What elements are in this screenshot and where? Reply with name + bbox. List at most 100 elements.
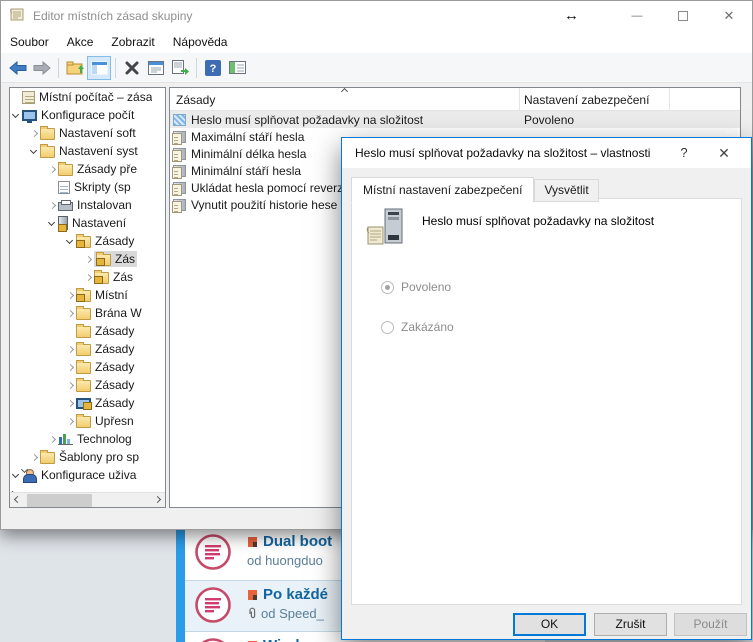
tree-item-selected[interactable]: Zás <box>10 250 152 268</box>
chevron-right-icon[interactable] <box>83 254 94 265</box>
chevron-right-icon[interactable] <box>29 128 40 139</box>
close-button[interactable]: ✕ <box>706 1 752 31</box>
chevron-right-icon[interactable] <box>47 434 58 445</box>
menu-zobrazit[interactable]: Zobrazit <box>102 32 163 52</box>
chevron-right-icon[interactable] <box>65 308 76 319</box>
chevron-right-icon[interactable] <box>65 362 76 373</box>
chevron-down-icon[interactable] <box>65 236 76 247</box>
chevron-right-icon[interactable] <box>83 272 94 283</box>
tab-page: Heslo musí splňovat požadavky na složito… <box>351 198 742 605</box>
tree-item[interactable]: Nastavení syst <box>10 142 152 160</box>
column-header-nastaveni[interactable]: Nastavení zabezpečení <box>524 93 649 107</box>
cancel-button[interactable]: Zrušit <box>594 613 667 636</box>
tree-item[interactable]: Technolog <box>10 430 152 448</box>
menu-napoveda[interactable]: Nápověda <box>164 32 237 52</box>
column-header-zasady[interactable]: Zásady <box>176 93 215 107</box>
tree-item-root[interactable]: Místní počítač – zása <box>10 88 152 106</box>
tree-item[interactable]: Instalovan <box>10 196 152 214</box>
forward-arrow-icon <box>33 60 51 75</box>
tree-item-label: Skripty (sp <box>74 180 131 194</box>
forward-button[interactable] <box>30 56 54 80</box>
help-button[interactable]: ? <box>201 56 225 80</box>
menu-akce[interactable]: Akce <box>58 32 103 52</box>
chevron-right-icon[interactable] <box>65 290 76 301</box>
policy-name-label: Heslo musí splňovat požadavky na složito… <box>422 214 655 228</box>
tree-item-label: Zásady <box>95 342 135 356</box>
tree-item[interactable]: Zásady <box>10 358 152 376</box>
screen: Dual boot od huongduo Po každé od Speed_ <box>0 0 753 642</box>
chevron-right-icon[interactable] <box>47 200 58 211</box>
ok-button[interactable]: OK <box>513 613 586 636</box>
tree-item[interactable]: Zásady <box>10 340 152 358</box>
locked-folder-icon <box>96 252 111 266</box>
tree-item[interactable]: Zásady <box>10 376 152 394</box>
properties-button[interactable] <box>144 56 168 80</box>
tree-item[interactable]: Zás <box>10 268 152 286</box>
column-divider[interactable] <box>669 88 670 110</box>
chevron-down-icon[interactable] <box>29 146 40 157</box>
tree-item-label: Zásady <box>95 324 135 338</box>
post-title-link[interactable]: Windows <box>263 637 329 642</box>
post-title-link[interactable]: Po každé <box>263 586 328 603</box>
tree-item[interactable]: Upřesn <box>10 412 152 430</box>
folder-icon <box>76 360 91 374</box>
tree-item[interactable]: Zásady <box>10 322 152 340</box>
export-list-button[interactable] <box>168 56 192 80</box>
radio-zakazano-label: Zakázáno <box>401 320 454 334</box>
scroll-down-arrow[interactable] <box>20 466 29 475</box>
tab-mistni-nastaveni[interactable]: Místní nastavení zabezpečení <box>351 177 535 203</box>
radio-povoleno-label: Povoleno <box>401 280 452 294</box>
tree-item[interactable]: Brána W <box>10 304 152 322</box>
dialog-help-button[interactable]: ? <box>669 138 699 168</box>
tree-item[interactable]: Konfigurace počít <box>10 106 152 124</box>
scroll-left-arrow[interactable] <box>12 495 21 504</box>
chevron-right-icon[interactable] <box>65 344 76 355</box>
horizontal-scrollbar[interactable] <box>10 492 165 507</box>
tree-item[interactable]: Místní <box>10 286 152 304</box>
policy-name: Minimální stáří hesla <box>191 163 302 178</box>
dialog-close-button[interactable]: ✕ <box>707 138 741 168</box>
scrollbar-thumb[interactable] <box>27 494 92 507</box>
tab-vysvetlit[interactable]: Vysvětlit <box>534 179 599 202</box>
console-window-button[interactable] <box>87 55 111 80</box>
chevron-right-icon[interactable] <box>65 416 76 427</box>
tree-item[interactable]: Zásady <box>10 232 152 250</box>
chevron-right-icon[interactable] <box>29 452 40 463</box>
topic-icon <box>194 586 232 627</box>
chevron-right-icon[interactable] <box>47 164 58 175</box>
tree-item[interactable]: Zásady <box>10 394 152 412</box>
back-button[interactable] <box>6 56 30 80</box>
tree-item[interactable]: Nastavení <box>10 214 152 232</box>
tree-item[interactable]: Skripty (sp <box>10 178 152 196</box>
tree-item[interactable]: Konfigurace uživa <box>10 466 152 484</box>
policy-server-scroll-icon <box>365 207 409 252</box>
chevron-right-icon[interactable] <box>65 380 76 391</box>
chevron-right-icon[interactable] <box>65 398 76 409</box>
menu-soubor[interactable]: Soubor <box>1 32 58 52</box>
chevron-down-icon[interactable] <box>47 218 58 229</box>
bar-chart-icon <box>58 433 73 445</box>
folder-icon <box>76 414 91 428</box>
tree-item[interactable]: Zásady pře <box>10 160 152 178</box>
scroll-right-arrow[interactable] <box>154 495 163 504</box>
locked-folder-icon <box>76 234 91 248</box>
up-one-level-button[interactable] <box>63 56 87 80</box>
tree-item[interactable]: Nastavení soft <box>10 124 152 142</box>
printer-icon <box>58 199 73 211</box>
policy-name: Ukládat hesla pomocí reverz <box>191 180 344 195</box>
show-console-tree-button[interactable] <box>225 56 249 80</box>
delete-button[interactable] <box>120 56 144 80</box>
tree-item[interactable]: Šablony pro sp <box>10 448 152 466</box>
column-divider[interactable] <box>519 88 520 110</box>
policy-icon <box>172 130 186 145</box>
post-author[interactable]: od Speed_ <box>261 606 324 621</box>
minimize-button[interactable]: — <box>614 1 660 31</box>
policy-name: Minimální délka hesla <box>191 146 307 161</box>
list-header: Zásady Nastavení zabezpečení <box>170 88 740 111</box>
topic-icon <box>194 637 232 642</box>
post-title-link[interactable]: Dual boot <box>263 533 332 550</box>
maximize-button[interactable] <box>660 1 706 31</box>
policy-row-selected[interactable]: Heslo musí splňovat požadavky na složito… <box>170 111 740 128</box>
chevron-down-icon[interactable] <box>11 110 22 121</box>
